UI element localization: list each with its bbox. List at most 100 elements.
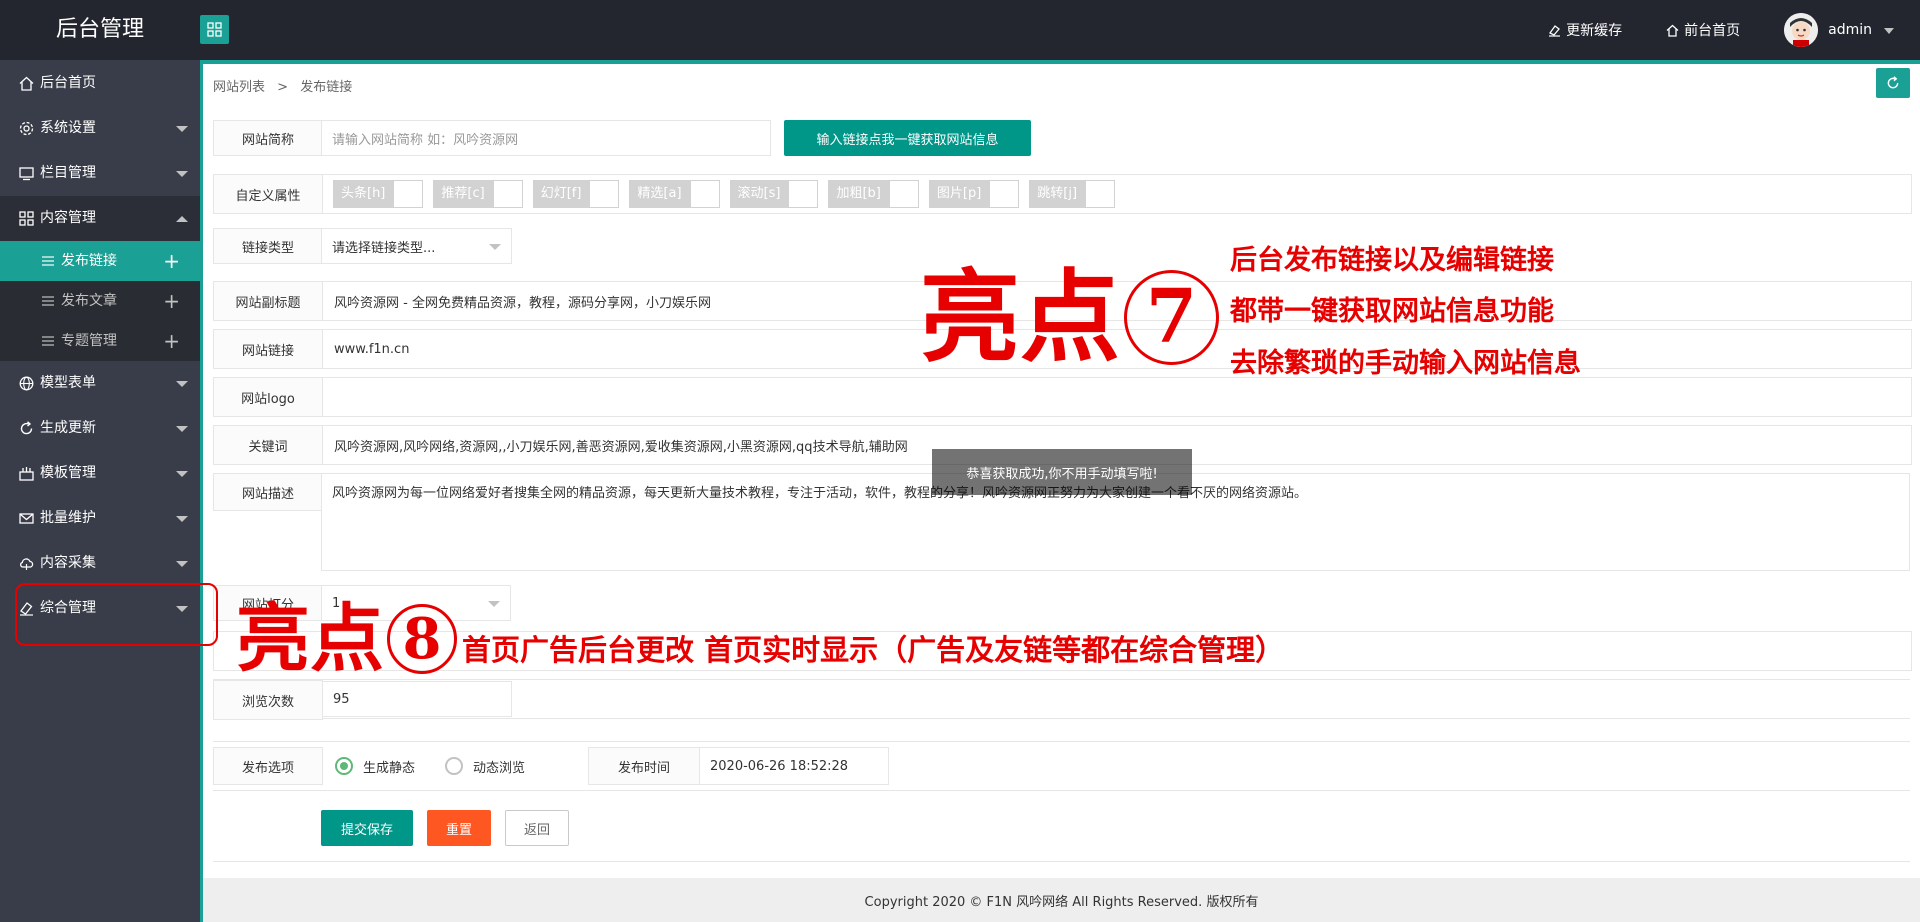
submit-button[interactable]: 提交保存 xyxy=(321,810,413,846)
top-header: 后台管理 更新缓存 前台首页 admin xyxy=(0,0,1920,60)
site-logo-label: 网站logo xyxy=(214,378,323,416)
attr-checkbox[interactable]: 图片[p] xyxy=(928,180,1020,208)
home-icon xyxy=(1666,24,1679,37)
sidebar-item-admin-home[interactable]: 后台首页 xyxy=(0,61,200,106)
refresh-button[interactable] xyxy=(1876,68,1910,98)
radio-checked-icon xyxy=(335,757,353,775)
attr-label: 跳转[j] xyxy=(1029,180,1086,208)
attr-box xyxy=(888,180,919,208)
plus-icon[interactable]: + xyxy=(163,241,180,281)
site-logo-input[interactable] xyxy=(334,378,1834,416)
annotation-eight-circle: 8 xyxy=(387,604,457,674)
sidebar-item-label: 内容管理 xyxy=(40,210,96,226)
sidebar-subitem-topic-management[interactable]: 专题管理 + xyxy=(0,321,200,361)
views-value: 95 xyxy=(333,691,350,707)
sidebar-item-batch-maintenance[interactable]: 批量维护 xyxy=(0,496,200,541)
subtitle-input[interactable]: 风吟资源网 - 全网免费精品资源，教程，源码分享网，小刀娱乐网 xyxy=(334,282,711,320)
footer-copyright: Copyright 2020 © F1N 风吟网络 All Rights Res… xyxy=(203,878,1920,922)
grid-icon xyxy=(19,211,34,226)
plus-icon[interactable]: + xyxy=(163,281,180,321)
attr-checkbox[interactable]: 精选[a] xyxy=(629,180,720,208)
attr-label: 加粗[b] xyxy=(828,180,889,208)
annotation-seven-number: 7 xyxy=(1145,274,1198,360)
attr-checkbox[interactable]: 头条[h] xyxy=(333,180,424,208)
sidebar-item-label: 栏目管理 xyxy=(40,165,96,181)
grid-toggle-icon xyxy=(207,22,222,37)
annotation-seven-line-3: 去除繁琐的手动输入网站信息 xyxy=(1230,348,1581,379)
list-icon xyxy=(42,336,54,346)
sidebar: 后台首页 系统设置 栏目管理 内容管理 发布链接 + 发布文章 + 专题管理 + xyxy=(0,60,200,922)
keywords-input[interactable]: 风吟资源网,风吟网络,资源网,,小刀娱乐网,善恶资源网,爱收集资源网,小黑资源网… xyxy=(334,426,908,464)
sidebar-item-column-management[interactable]: 栏目管理 xyxy=(0,151,200,196)
chevron-down-icon xyxy=(176,516,188,522)
attr-checkbox[interactable]: 跳转[j] xyxy=(1029,180,1116,208)
form-row-views: 浏览次数 95 xyxy=(213,679,1910,720)
sidebar-item-model-forms[interactable]: 模型表单 xyxy=(0,361,200,406)
form-row-score: 网站打分 1 xyxy=(213,585,1910,621)
site-name-input[interactable]: 请输入网站简称 如：风吟资源网 xyxy=(321,120,771,156)
attr-checkbox[interactable]: 推荐[c] xyxy=(433,180,523,208)
sidebar-item-label: 后台首页 xyxy=(40,75,96,91)
app-logo[interactable]: 后台管理 xyxy=(0,0,200,60)
breadcrumb-parent[interactable]: 网站列表 xyxy=(213,80,265,95)
site-name-label: 网站简称 xyxy=(213,120,323,156)
annotation-seven-line-2: 都带一键获取网站信息功能 xyxy=(1230,296,1554,327)
annotation-highlight-box xyxy=(15,583,218,646)
monitor-icon xyxy=(19,167,34,181)
site-link-label: 网站链接 xyxy=(214,330,323,368)
success-tooltip: 恭喜获取成功,你不用手动填写啦! xyxy=(932,449,1192,495)
radio-dynamic[interactable]: 动态浏览 xyxy=(445,757,525,776)
attr-box xyxy=(492,180,523,208)
publish-time-input[interactable]: 2020-06-26 18:52:28 xyxy=(699,747,889,785)
link-type-value: 请选择链接类型... xyxy=(332,240,436,256)
attr-checkbox[interactable]: 幻灯[f] xyxy=(532,180,620,208)
publish-options-label: 发布选项 xyxy=(213,747,323,785)
sidebar-item-generate-update[interactable]: 生成更新 xyxy=(0,406,200,451)
attr-label: 推荐[c] xyxy=(433,180,493,208)
attribute-checkboxes: 头条[h] 推荐[c] 幻灯[f] 精选[a] 滚动[s] 加粗[b] 图片[p… xyxy=(333,175,1125,213)
sidebar-item-label: 模型表单 xyxy=(40,375,96,391)
chevron-down-icon xyxy=(489,244,501,250)
sidebar-item-content-management[interactable]: 内容管理 xyxy=(0,196,200,241)
attr-box xyxy=(788,180,819,208)
user-menu[interactable]: admin xyxy=(1784,13,1894,47)
chevron-down-icon xyxy=(176,561,188,567)
refresh-icon xyxy=(20,421,33,435)
form-divider xyxy=(213,861,1910,862)
attr-checkbox[interactable]: 加粗[b] xyxy=(828,180,919,208)
plus-icon[interactable]: + xyxy=(163,321,180,361)
attr-label: 头条[h] xyxy=(333,180,394,208)
chevron-down-icon xyxy=(176,471,188,477)
front-home-label: 前台首页 xyxy=(1684,23,1741,39)
publish-radio-group: 生成静态 动态浏览 xyxy=(335,742,555,790)
fetch-site-info-button[interactable]: 输入链接点我一键获取网站信息 xyxy=(784,120,1031,156)
attr-label: 精选[a] xyxy=(629,180,690,208)
link-type-select[interactable]: 请选择链接类型... xyxy=(321,228,512,264)
form-row-publish-options: 发布选项 生成静态 动态浏览 发布时间 2020-06-26 18:52:28 xyxy=(213,741,1910,791)
list-icon xyxy=(42,296,54,306)
sidebar-item-template-management[interactable]: 模板管理 xyxy=(0,451,200,496)
front-home-link[interactable]: 前台首页 xyxy=(1666,20,1740,40)
back-button[interactable]: 返回 xyxy=(505,810,569,846)
refresh-icon xyxy=(1887,76,1899,89)
sidebar-subitem-publish-article[interactable]: 发布文章 + xyxy=(0,281,200,321)
sidebar-item-content-collection[interactable]: 内容采集 xyxy=(0,541,200,586)
radio-dynamic-label: 动态浏览 xyxy=(473,760,526,776)
sidebar-toggle-button[interactable] xyxy=(200,15,229,44)
custom-attr-label: 自定义属性 xyxy=(214,175,323,213)
attr-checkbox[interactable]: 滚动[s] xyxy=(729,180,819,208)
reset-button[interactable]: 重置 xyxy=(427,810,491,846)
views-input[interactable]: 95 xyxy=(322,681,512,717)
chevron-down-icon xyxy=(176,381,188,387)
sidebar-subitem-publish-link[interactable]: 发布链接 + xyxy=(0,241,200,281)
radio-static[interactable]: 生成静态 xyxy=(335,757,415,776)
breadcrumb-separator: > xyxy=(277,80,289,95)
chevron-down-icon xyxy=(488,601,500,607)
annotation-eight: 亮点 8 xyxy=(236,598,457,680)
content-submenu: 发布链接 + 发布文章 + 专题管理 + xyxy=(0,241,200,361)
cloud-icon xyxy=(20,558,34,570)
annotation-eight-number: 8 xyxy=(402,606,442,672)
update-cache-link[interactable]: 更新缓存 xyxy=(1548,20,1622,40)
sidebar-item-system-settings[interactable]: 系统设置 xyxy=(0,106,200,151)
site-link-input[interactable]: www.f1n.cn xyxy=(334,330,409,368)
